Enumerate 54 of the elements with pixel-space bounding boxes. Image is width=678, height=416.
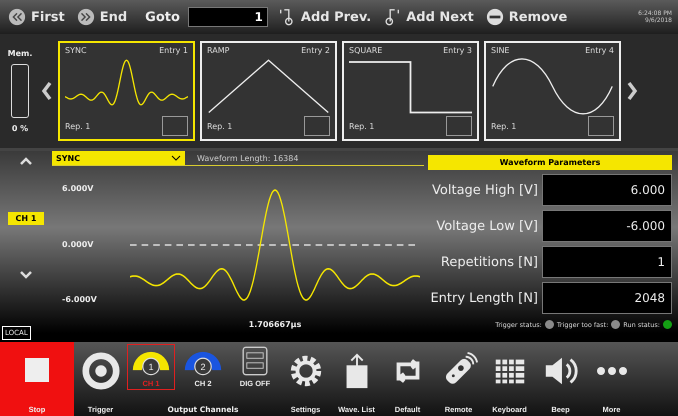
entry-checkbox[interactable] [446,116,472,136]
entry-checkbox[interactable] [304,116,330,136]
parameter-field[interactable]: 1 [542,246,672,278]
target-icon [82,352,120,390]
memory-label: Mem. [8,49,32,58]
fast-forward-icon [76,8,95,26]
add-previous-button[interactable]: Add Prev. [276,8,374,26]
time-span-label: 1.706667µs [248,320,302,329]
entry-repetitions: Rep. 1 [65,122,90,130]
more-icon [596,366,628,376]
field-label: Voltage High [V] [431,182,538,198]
entry-waveform-name: SQUARE [349,46,382,55]
remove-button[interactable]: Remove [484,8,570,26]
field-label: Repetitions [N] [440,254,538,270]
entry-number: Entry 3 [443,46,472,55]
end-button[interactable]: End [74,8,130,26]
entry-number: Entry 4 [585,46,614,55]
memory-reading: 0 % [12,124,28,133]
waveform-entry-card[interactable]: SQUARE Entry 3 Rep. 1 [342,41,479,141]
waveform-length: Waveform Length: 16384 [197,154,298,162]
chevron-up-icon[interactable] [19,157,33,165]
first-button[interactable]: First [6,8,67,26]
entry-waveform-name: RAMP [207,46,230,55]
waveform-entry-card[interactable]: SINE Entry 4 Rep. 1 [484,41,621,141]
parameter-field[interactable]: -6.000 [542,210,672,242]
goto-field[interactable]: 1 [188,7,268,27]
axis-label: 0.000V [62,240,94,248]
field-label: Entry Length [N] [429,290,538,306]
entry-number: Entry 2 [301,46,330,55]
waveform-dropdown[interactable]: SYNC [52,151,185,165]
field-label: Voltage Low [V] [435,218,538,234]
entry-repetitions: Rep. 1 [349,122,374,130]
add-next-button[interactable]: Add Next [381,8,476,26]
goto-label: Goto [145,10,180,24]
entry-repetitions: Rep. 1 [207,122,232,130]
entry-number: Entry 1 [159,46,188,55]
axis-label: -6.000V [62,295,98,304]
waveform-entry-card[interactable]: RAMP Entry 2 Rep. 1 [200,41,337,141]
entry-waveform-name: SINE [491,46,510,55]
channel-label: CH 1 [8,212,44,225]
parameter-field[interactable]: 6.000 [542,174,672,206]
panel-title: Waveform Parameters [428,155,672,170]
chevron-down-icon[interactable] [19,271,33,280]
caret-icon [171,155,181,161]
minus-circle-icon [486,8,504,26]
entry-repetitions: Rep. 1 [491,122,516,130]
entry-checkbox[interactable] [162,116,188,136]
waveform-entry-card[interactable]: SYNC Entry 1 Rep. 1 [58,41,195,141]
axis-label: 6.000V [62,184,94,193]
entry-waveform-name: SYNC [65,46,87,55]
insert-icon [383,8,402,26]
rewind-icon [8,8,26,26]
parameter-field[interactable]: 2048 [542,282,672,314]
entry-checkbox[interactable] [588,116,614,136]
